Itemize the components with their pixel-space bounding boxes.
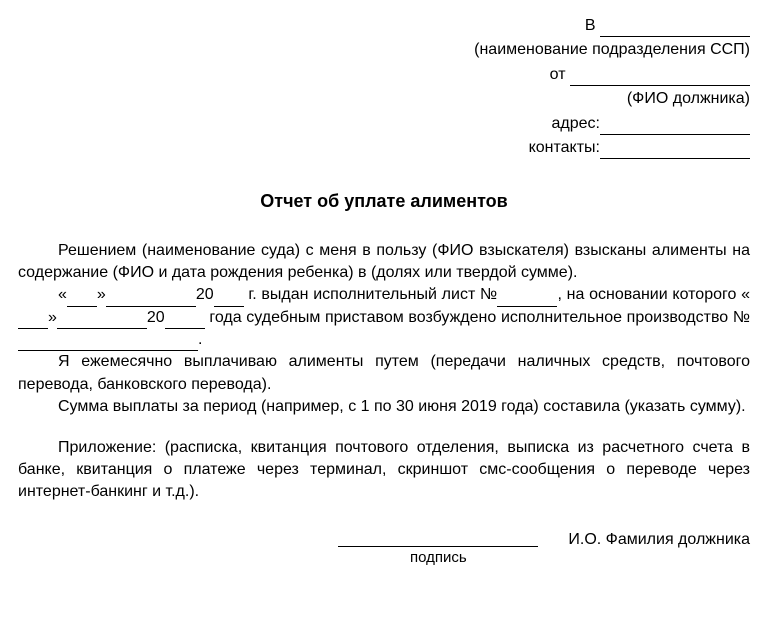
text-after-num: , на основании которого «: [557, 286, 750, 303]
document-body: Решением (наименование суда) с меня в по…: [18, 240, 750, 504]
paragraph-3: Я ежемесячно выплачиваю алименты путем (…: [18, 351, 750, 396]
to-prefix: В: [585, 17, 596, 34]
address-label: адрес:: [552, 115, 600, 132]
contacts-label: контакты:: [529, 139, 600, 156]
month-blank-2[interactable]: [57, 311, 147, 329]
day-blank-2[interactable]: [18, 311, 48, 329]
quote-close-1: »: [97, 286, 106, 303]
contacts-blank[interactable]: [600, 141, 750, 159]
to-line: В: [18, 15, 750, 37]
from-caption: (ФИО должника): [18, 88, 750, 110]
signature-label: подпись: [338, 547, 538, 568]
period-2: .: [198, 331, 202, 348]
from-blank[interactable]: [570, 68, 750, 86]
paragraph-1: Решением (наименование суда) с меня в по…: [18, 240, 750, 285]
from-prefix: от: [550, 66, 566, 83]
year-blank-1[interactable]: [214, 289, 244, 307]
signature-line-container: подпись: [338, 529, 538, 568]
signature-blank[interactable]: [338, 529, 538, 547]
year-blank-2[interactable]: [165, 311, 205, 329]
proceeding-number-blank[interactable]: [18, 333, 198, 351]
address-line: адрес:: [18, 113, 750, 135]
paragraph-4: Сумма выплаты за период (например, с 1 п…: [18, 396, 750, 418]
from-line: от: [18, 64, 750, 86]
month-blank-1[interactable]: [106, 289, 196, 307]
text-after-year-1: г. выдан исполнительный лист №: [244, 286, 498, 303]
quote-open-1: «: [58, 286, 67, 303]
document-title: Отчет об уплате алиментов: [18, 189, 750, 214]
contacts-line: контакты:: [18, 137, 750, 159]
document-header: В (наименование подразделения ССП) от (Ф…: [18, 15, 750, 159]
year-prefix-1: 20: [196, 286, 214, 303]
to-blank[interactable]: [600, 19, 750, 37]
address-blank[interactable]: [600, 117, 750, 135]
paragraph-5: Приложение: (расписка, квитанция почтово…: [18, 437, 750, 504]
to-caption: (наименование подразделения ССП): [18, 39, 750, 61]
day-blank-1[interactable]: [67, 289, 97, 307]
text-after-year-2: года судебным приставом возбуждено испол…: [205, 309, 750, 326]
writ-number-blank[interactable]: [497, 289, 557, 307]
quote-close-2: »: [48, 309, 57, 326]
signer-name: И.О. Фамилия должника: [568, 529, 750, 551]
paragraph-2: «»20 г. выдан исполнительный лист №, на …: [18, 284, 750, 351]
year-prefix-2: 20: [147, 309, 165, 326]
signature-block: подпись И.О. Фамилия должника: [18, 529, 750, 568]
